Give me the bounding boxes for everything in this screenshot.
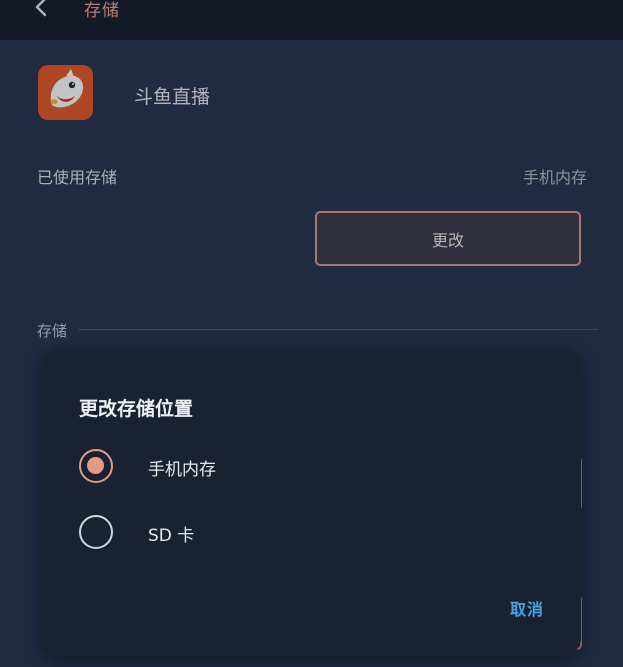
cancel-button[interactable]: 取消	[510, 596, 544, 620]
option-label: SD 卡	[148, 526, 195, 546]
radio-selected-icon[interactable]	[79, 449, 113, 483]
option-label: 手机内存	[148, 460, 216, 480]
radio-unselected-icon[interactable]	[79, 515, 113, 549]
dialog-title: 更改存储位置	[79, 398, 194, 420]
option-sd-card[interactable]: SD 卡	[79, 512, 379, 552]
option-phone-storage[interactable]: 手机内存	[79, 446, 379, 486]
change-storage-dialog: 更改存储位置 手机内存 SD 卡 取消	[41, 350, 581, 656]
